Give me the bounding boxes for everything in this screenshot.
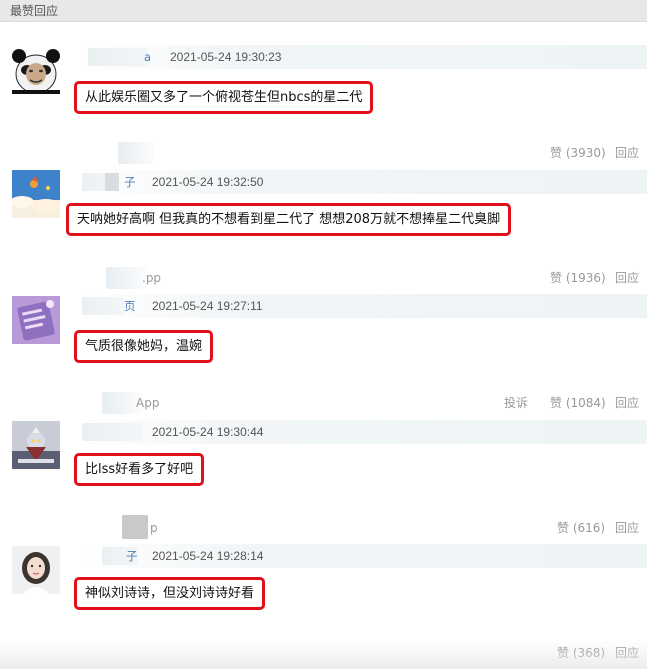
- reply-button[interactable]: 回应: [615, 395, 639, 411]
- comment-content: 气质很像她妈，温婉: [85, 339, 203, 354]
- comment-footer: 赞 (3930) 回应: [78, 142, 647, 164]
- comment-meta-bar: a 2021-05-24 19:30:23: [78, 45, 647, 69]
- comment-meta-bar: 子 2021-05-24 19:28:14: [78, 544, 647, 568]
- reply-button[interactable]: 回应: [615, 520, 639, 536]
- reply-button[interactable]: 回应: [615, 270, 639, 286]
- comment-username[interactable]: 子: [124, 174, 136, 190]
- comment-timestamp: 2021-05-24 19:28:14: [152, 549, 264, 563]
- comment-content: 从此娱乐圈又多了一个俯视苍生但nbcs的星二代: [85, 90, 363, 105]
- comment-content: 比lss好看多了好吧: [85, 462, 194, 477]
- comment-meta-bar: 2021-05-24 19:30:44: [78, 420, 647, 444]
- comment-timestamp: 2021-05-24 19:30:23: [170, 50, 282, 64]
- hero-figure-avatar[interactable]: [12, 421, 60, 469]
- comment-source: App: [136, 396, 160, 410]
- like-button[interactable]: 赞 (3930): [550, 145, 606, 161]
- comment-content: 天呐她好高啊 但我真的不想看到星二代了 想想208万就不想捧星二代臭脚: [77, 212, 501, 227]
- section-header: 最赞回应: [0, 0, 647, 22]
- comment-username[interactable]: 页: [124, 298, 136, 314]
- report-button[interactable]: 投诉: [504, 395, 528, 411]
- comment-footer: 赞 (368) 回应: [78, 642, 647, 664]
- comment-timestamp: 2021-05-24 19:30:44: [152, 425, 264, 439]
- comment-content-highlight: 比lss好看多了好吧: [74, 453, 205, 486]
- sky-cartoon-avatar[interactable]: [12, 170, 60, 218]
- username-redaction: [82, 423, 142, 441]
- comment-content-highlight: 神似刘诗诗，但没刘诗诗好看: [74, 577, 266, 610]
- reply-button[interactable]: 回应: [615, 645, 639, 661]
- comment-content-highlight: 天呐她好高啊 但我真的不想看到星二代了 想想208万就不想捧星二代臭脚: [66, 203, 512, 236]
- girl-portrait-avatar[interactable]: [12, 546, 60, 594]
- comment-meta-bar: 子 2021-05-24 19:32:50: [78, 170, 647, 194]
- comment-footer: .pp 赞 (1936) 回应: [78, 267, 647, 289]
- source-redaction: [106, 267, 146, 289]
- purple-note-avatar[interactable]: [12, 296, 60, 344]
- comment-content-highlight: 从此娱乐圈又多了一个俯视苍生但nbcs的星二代: [74, 81, 374, 114]
- username-redaction-block: [105, 173, 119, 191]
- comment-timestamp: 2021-05-24 19:32:50: [152, 175, 264, 189]
- like-button[interactable]: 赞 (368): [557, 645, 605, 661]
- source-redaction-block: [122, 515, 148, 539]
- username-redaction: [88, 48, 148, 66]
- comment-timestamp: 2021-05-24 19:27:11: [152, 299, 263, 313]
- source-redaction: [118, 142, 154, 164]
- reply-button[interactable]: 回应: [615, 145, 639, 161]
- like-button[interactable]: 赞 (616): [557, 520, 605, 536]
- comment-source: p: [150, 521, 158, 535]
- douban-comments-page: 最赞回应 a 2021-05-24 19:30:23 从此娱乐圈又多了一个俯视苍…: [0, 0, 647, 669]
- comment-footer: App 投诉 赞 (1084) 回应: [78, 392, 647, 414]
- username-redaction: [82, 297, 124, 315]
- like-button[interactable]: 赞 (1936): [550, 270, 606, 286]
- comment-username[interactable]: a: [144, 49, 151, 65]
- section-title: 最赞回应: [10, 4, 59, 18]
- panda-meme-avatar[interactable]: [12, 46, 60, 94]
- comment-content: 神似刘诗诗，但没刘诗诗好看: [85, 586, 255, 601]
- comment-source: .pp: [142, 271, 162, 285]
- comment-username[interactable]: 子: [126, 548, 138, 564]
- like-button[interactable]: 赞 (1084): [550, 395, 606, 411]
- comment-meta-bar: 页 2021-05-24 19:27:11: [78, 294, 647, 318]
- comment-content-highlight: 气质很像她妈，温婉: [74, 330, 214, 363]
- comment-footer: p 赞 (616) 回应: [78, 515, 647, 539]
